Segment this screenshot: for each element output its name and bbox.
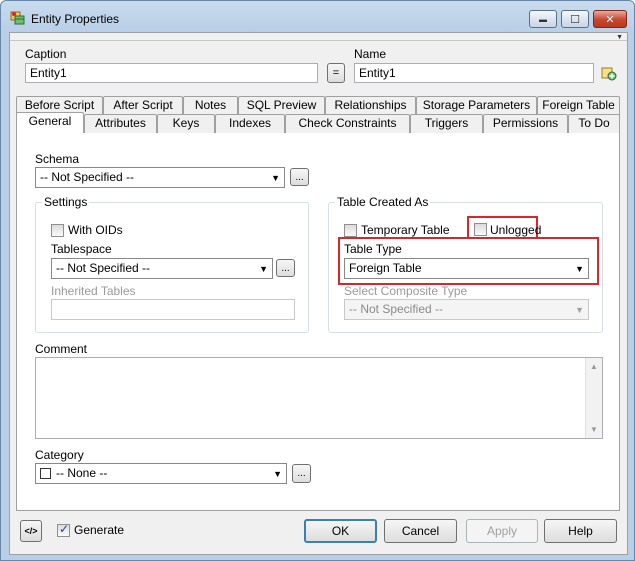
close-icon: ✕ xyxy=(605,13,615,26)
schema-select-value: -- Not Specified -- xyxy=(40,170,135,184)
inherited-tables-label: Inherited Tables xyxy=(51,284,136,298)
caption-input[interactable]: Entity1 xyxy=(25,63,318,83)
name-label: Name xyxy=(354,47,387,61)
category-select[interactable]: -- None -- ▼ xyxy=(35,463,287,484)
temporary-table-checkbox[interactable] xyxy=(344,224,357,237)
apply-button[interactable]: Apply xyxy=(466,519,538,543)
entity-properties-icon[interactable] xyxy=(601,65,617,81)
name-input[interactable]: Entity1 xyxy=(354,63,594,83)
tab-general[interactable]: General xyxy=(16,112,84,133)
generate-checkbox[interactable] xyxy=(57,522,70,537)
table-created-as-title: Table Created As xyxy=(335,195,431,209)
entity-properties-window: Entity Properties ▬ ☐ ✕ ▼ Caption Entity… xyxy=(0,0,635,561)
minimize-icon: ▬ xyxy=(539,14,547,24)
composite-type-label: Select Composite Type xyxy=(344,284,468,298)
table-type-select[interactable]: Foreign Table ▼ xyxy=(344,258,589,279)
help-button[interactable]: Help xyxy=(544,519,617,543)
close-button[interactable]: ✕ xyxy=(593,10,627,28)
scroll-down-icon[interactable]: ▼ xyxy=(590,425,598,434)
tab-permissions[interactable]: Permissions xyxy=(483,114,568,133)
tabs-row-back: Before Script After Script Notes SQL Pre… xyxy=(16,96,620,115)
tab-triggers[interactable]: Triggers xyxy=(410,114,483,133)
table-type-label: Table Type xyxy=(344,242,402,256)
caption-label: Caption xyxy=(25,47,67,61)
category-ellipsis-button[interactable]: ... xyxy=(292,464,311,483)
window-title: Entity Properties xyxy=(31,12,120,26)
composite-type-select[interactable]: -- Not Specified -- ▼ xyxy=(344,299,589,320)
comment-textarea[interactable]: ▲ ▼ xyxy=(35,357,603,439)
scroll-up-icon[interactable]: ▲ xyxy=(590,362,598,371)
tab-to-do[interactable]: To Do xyxy=(568,114,620,133)
sync-equals-button[interactable]: = xyxy=(327,63,345,83)
with-oids-label: With OIDs xyxy=(68,223,123,237)
maximize-icon: ☐ xyxy=(570,13,580,26)
settings-group: Settings With OIDs Tablespace -- Not Spe… xyxy=(35,195,309,333)
comment-scrollbar[interactable]: ▲ ▼ xyxy=(585,358,602,438)
tablespace-select-value: -- Not Specified -- xyxy=(56,261,151,275)
entity-app-icon xyxy=(10,10,26,26)
tab-check-constraints[interactable]: Check Constraints xyxy=(285,114,410,133)
tab-foreign-table[interactable]: Foreign Table xyxy=(537,96,620,115)
category-label: Category xyxy=(35,448,84,462)
category-select-value: -- None -- xyxy=(56,466,108,480)
category-color-swatch xyxy=(40,468,51,479)
schema-label: Schema xyxy=(35,152,80,166)
cancel-button[interactable]: Cancel xyxy=(384,519,457,543)
tablespace-ellipsis-button[interactable]: ... xyxy=(276,259,295,277)
top-strip: ▼ xyxy=(10,33,627,41)
strip-dropdown-icon[interactable]: ▼ xyxy=(616,34,623,41)
tab-notes[interactable]: Notes xyxy=(183,96,238,115)
script-toggle-button[interactable]: </> xyxy=(20,520,42,542)
dialog-client: ▼ Caption Entity1 = Name Entity1 Before … xyxy=(9,32,628,555)
comment-label: Comment xyxy=(35,342,88,356)
chevron-down-icon: ▼ xyxy=(273,469,282,479)
tab-storage-parameters[interactable]: Storage Parameters xyxy=(416,96,537,115)
tablespace-select[interactable]: -- Not Specified -- ▼ xyxy=(51,258,273,279)
table-type-select-value: Foreign Table xyxy=(349,261,422,275)
with-oids-checkbox[interactable] xyxy=(51,224,64,237)
unlogged-label: Unlogged xyxy=(490,223,542,237)
tabs-row-front: General Attributes Keys Indexes Check Co… xyxy=(16,112,620,133)
schema-select[interactable]: -- Not Specified -- ▼ xyxy=(35,167,285,188)
minimize-button[interactable]: ▬ xyxy=(529,10,557,28)
chevron-down-icon: ▼ xyxy=(259,264,268,274)
tab-keys[interactable]: Keys xyxy=(157,114,215,133)
tab-attributes[interactable]: Attributes xyxy=(84,114,157,133)
title-bar[interactable]: Entity Properties ▬ ☐ ✕ xyxy=(1,1,634,31)
temporary-table-label: Temporary Table xyxy=(361,223,450,237)
generate-label: Generate xyxy=(74,523,125,537)
ok-button[interactable]: OK xyxy=(304,519,377,543)
chevron-down-icon: ▼ xyxy=(575,305,584,315)
code-brackets-icon: </> xyxy=(24,526,38,536)
chevron-down-icon: ▼ xyxy=(575,264,584,274)
settings-group-title: Settings xyxy=(42,195,90,209)
composite-type-select-value: -- Not Specified -- xyxy=(349,302,444,316)
tab-relationships[interactable]: Relationships xyxy=(325,96,416,115)
table-created-as-group: Table Created As Temporary Table Unlogge… xyxy=(328,195,603,333)
unlogged-checkbox[interactable] xyxy=(474,223,487,236)
general-tab-panel: Schema -- Not Specified -- ▼ ... Setting… xyxy=(16,130,620,511)
maximize-button[interactable]: ☐ xyxy=(561,10,589,28)
tab-indexes[interactable]: Indexes xyxy=(215,114,285,133)
tablespace-label: Tablespace xyxy=(51,242,112,256)
chevron-down-icon: ▼ xyxy=(271,173,280,183)
inherited-tables-input[interactable] xyxy=(51,299,295,320)
tab-after-script[interactable]: After Script xyxy=(103,96,183,115)
tab-sql-preview[interactable]: SQL Preview xyxy=(238,96,325,115)
schema-ellipsis-button[interactable]: ... xyxy=(290,168,309,186)
